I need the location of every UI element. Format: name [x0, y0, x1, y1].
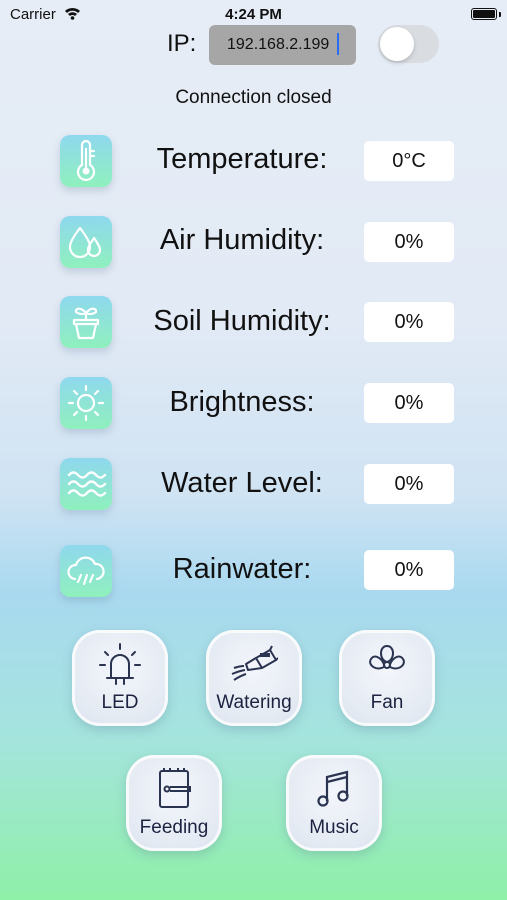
sensor-label-soil-humidity: Soil Humidity: [153, 305, 331, 337]
sensor-label-temperature: Temperature: [156, 143, 328, 175]
sun-icon [60, 377, 112, 429]
music-button[interactable]: Music [286, 755, 382, 851]
sensor-value-temperature: 0°C [364, 141, 454, 181]
sensor-label-air-humidity: Air Humidity: [159, 224, 325, 256]
water-drops-icon [60, 216, 112, 268]
sensor-value-water-level: 0% [364, 464, 454, 504]
watering-label: Watering [216, 692, 292, 713]
thermometer-icon [60, 135, 112, 187]
ip-input[interactable] [209, 25, 356, 65]
music-note-icon [317, 770, 349, 807]
watering-button[interactable]: Watering [206, 630, 302, 726]
ip-label: IP: [167, 30, 197, 57]
sensor-value-air-humidity: 0% [364, 222, 454, 262]
plant-pot-icon [60, 296, 112, 348]
fan-button[interactable]: Fan [339, 630, 435, 726]
text-caret [337, 33, 339, 55]
led-button[interactable]: LED [72, 630, 168, 726]
battery-tip [499, 12, 501, 17]
fan-icon [369, 644, 405, 670]
status-bar: Carrier 4:24 PM [0, 0, 507, 28]
fan-label: Fan [370, 692, 404, 713]
connection-status: Connection closed [175, 87, 332, 108]
battery-icon [471, 8, 497, 20]
feeder-icon [159, 768, 191, 808]
sensor-value-brightness: 0% [364, 383, 454, 423]
waves-icon [60, 458, 112, 510]
feeding-button[interactable]: Feeding [126, 755, 222, 851]
music-label: Music [309, 817, 359, 838]
feeding-label: Feeding [139, 817, 209, 838]
toggle-knob[interactable] [380, 27, 414, 61]
sensor-label-water-level: Water Level: [161, 467, 323, 499]
led-icon [99, 643, 141, 685]
watering-can-icon [231, 645, 278, 681]
led-label: LED [101, 692, 139, 713]
sensor-label-brightness: Brightness: [169, 386, 315, 418]
sensor-label-rainwater: Rainwater: [172, 553, 312, 585]
status-time: 4:24 PM [225, 6, 282, 23]
sensor-value-rainwater: 0% [364, 550, 454, 590]
sensor-value-soil-humidity: 0% [364, 302, 454, 342]
rain-cloud-icon [60, 545, 112, 597]
